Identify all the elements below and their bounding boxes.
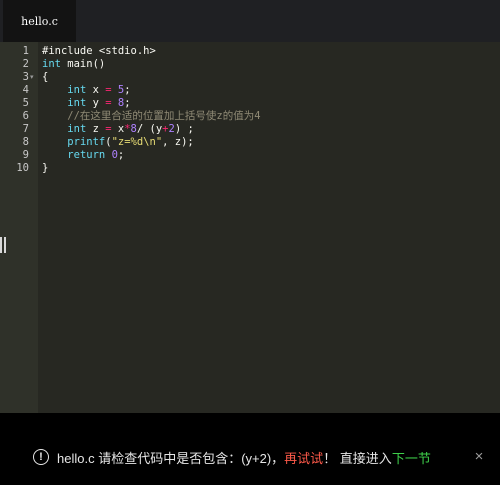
close-icon[interactable]: × [472,449,486,464]
line-number: 7 [22,123,29,135]
notification-message: ! hello.c 请检查代码中是否包含：(y+2)， 再试试 ！ 直接进入 下… [33,447,431,467]
fold-toggle-icon[interactable]: ▾ [30,71,34,84]
code-token: { [42,71,49,83]
code-token: / (y [136,123,163,135]
code-line: int x = 5; [42,84,131,97]
code-token: int [42,58,61,70]
line-number: 8 [22,136,29,148]
code-line: printf("z=%d\n", z); [42,136,194,149]
code-token: int [67,123,87,135]
notice-text: hello.c 请检查代码中是否包含：(y+2)， [57,450,285,466]
code-token: //在这里合适的位置加上括号使z的值为4 [42,110,261,122]
handle-bar [0,237,2,253]
code-token: ) ; [174,123,194,135]
code-line: { [42,71,48,84]
code-token: ; [117,149,125,161]
line-number: 3 [22,71,29,83]
next-section-link[interactable]: 下一节 [392,448,431,467]
code-line: int z = x*8/ (y+2) ; [42,123,194,136]
tab-bar: hello.c [0,0,500,42]
tab-label: hello.c [21,14,58,28]
line-number: 10 [16,162,29,174]
code-token: x [111,123,125,135]
code-token: return [67,149,106,161]
code-token: ; [124,84,131,96]
code-token: , z); [162,136,194,148]
code-token: printf [67,136,106,148]
code-token: y [86,97,106,109]
code-token: main() [60,58,106,70]
code-token: z [86,123,106,135]
code-token: int [67,84,87,96]
code-line: #include <stdio.h> [42,45,156,58]
code-token: int [67,97,87,109]
code-line: return 0; [42,149,124,162]
code-line: } [42,162,48,175]
line-number-gutter: 1 2 3 ▾ 4 5 6 7 8 9 10 [0,42,38,413]
resize-handle[interactable] [0,237,7,253]
code-line: int main() [42,58,105,71]
code-token: ; [124,97,131,109]
code-area[interactable]: #include <stdio.h> int main(){ int x = 5;… [38,42,500,413]
code-line: int y = 8; [42,97,131,110]
retry-link[interactable]: 再试试 [284,448,323,467]
code-editor[interactable]: hello.c 1 2 3 ▾ 4 5 6 7 8 9 10 #include <stdio.h> i… [0,0,500,413]
line-number: 4 [22,84,29,96]
code-token: #include <stdio.h> [42,45,156,57]
line-number: 2 [22,58,29,70]
code-token: } [42,162,49,174]
line-number: 5 [22,97,29,109]
notice-middle-text: ！ 直接进入 [323,450,392,466]
handle-bar [4,237,6,253]
code-token: x [86,84,106,96]
code-token: "z=%d\n" [111,136,163,148]
alert-icon: ! [33,449,49,465]
line-number: 1 [22,45,29,57]
line-number: 6 [22,110,29,122]
line-number: 9 [22,149,29,161]
code-line: //在这里合适的位置加上括号使z的值为4 [42,110,261,123]
tab-hello-c[interactable]: hello.c [3,0,76,42]
